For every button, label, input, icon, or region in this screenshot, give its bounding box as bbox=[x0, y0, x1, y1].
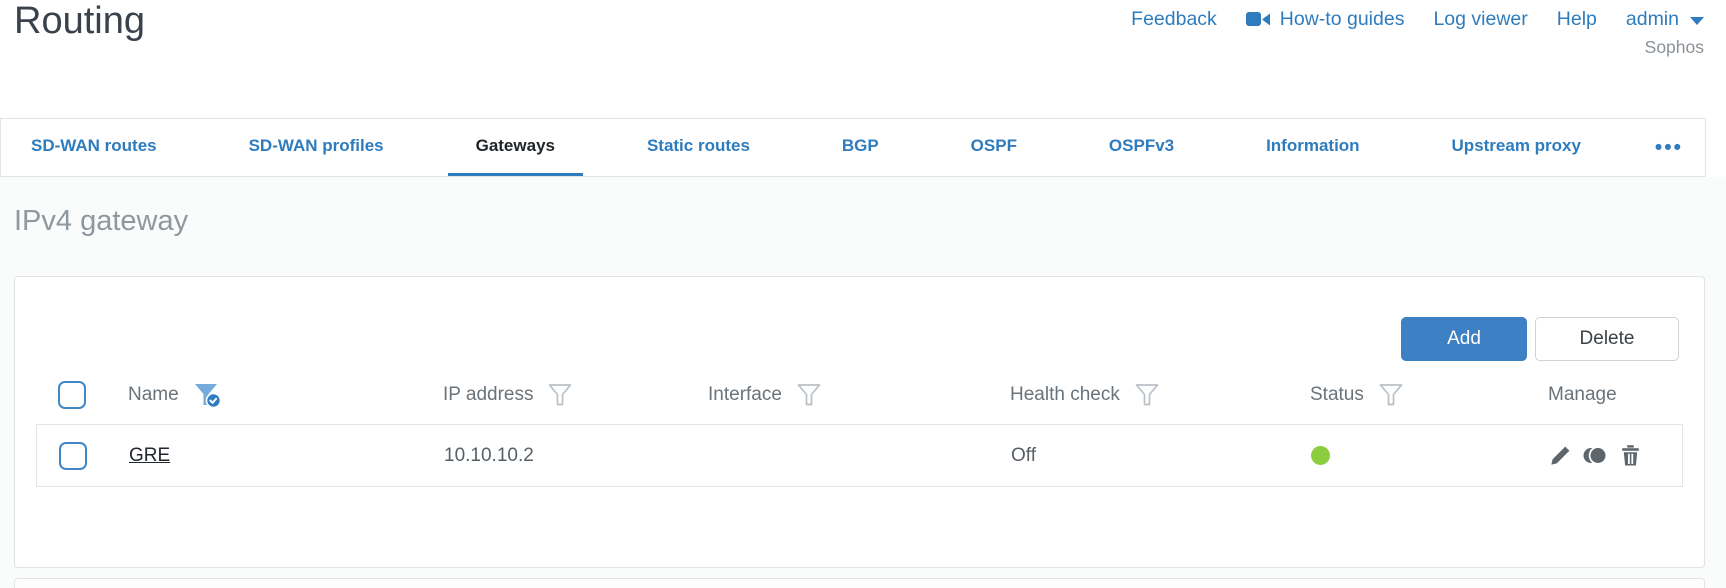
status-dot bbox=[1311, 446, 1330, 465]
tab-sdwan-profiles[interactable]: SD-WAN profiles bbox=[221, 119, 412, 176]
chevron-down-icon bbox=[1690, 17, 1704, 25]
feedback-link[interactable]: Feedback bbox=[1131, 8, 1217, 31]
page-title: Routing bbox=[14, 0, 145, 42]
tab-upstream-proxy[interactable]: Upstream proxy bbox=[1424, 119, 1609, 176]
gateway-name-link[interactable]: GRE bbox=[129, 445, 170, 467]
header-links: Feedback How-to guides Log viewer Help a… bbox=[1131, 8, 1704, 31]
ip-address-cell: 10.10.10.2 bbox=[444, 444, 534, 466]
manage-cell bbox=[1532, 444, 1684, 467]
brand-label: Sophos bbox=[1644, 37, 1704, 57]
clone-icon[interactable] bbox=[1583, 444, 1608, 467]
interface-filter-icon[interactable] bbox=[796, 382, 822, 408]
ip-address-filter-icon[interactable] bbox=[547, 382, 573, 408]
health-check-filter-icon[interactable] bbox=[1134, 382, 1160, 408]
tab-bgp[interactable]: BGP bbox=[814, 119, 907, 176]
add-button[interactable]: Add bbox=[1401, 317, 1527, 361]
toolbar: Add Delete bbox=[1401, 317, 1679, 361]
edit-icon[interactable] bbox=[1549, 444, 1572, 467]
tab-sdwan-routes[interactable]: SD-WAN routes bbox=[3, 119, 185, 176]
status-filter-icon[interactable] bbox=[1378, 382, 1404, 408]
log-viewer-link[interactable]: Log viewer bbox=[1433, 8, 1527, 31]
tab-ospf[interactable]: OSPF bbox=[943, 119, 1045, 176]
tab-static-routes[interactable]: Static routes bbox=[619, 119, 778, 176]
help-link[interactable]: Help bbox=[1557, 8, 1597, 31]
ipv4-gateway-panel: Add Delete Name IP address Interface Hea… bbox=[14, 276, 1705, 568]
tab-bar: SD-WAN routes SD-WAN profiles Gateways S… bbox=[0, 118, 1706, 177]
column-header-status: Status bbox=[1310, 384, 1364, 405]
delete-icon[interactable] bbox=[1619, 444, 1642, 467]
table-body: GRE 10.10.10.2 Off bbox=[36, 424, 1683, 487]
tab-ospfv3[interactable]: OSPFv3 bbox=[1081, 119, 1202, 176]
column-header-manage: Manage bbox=[1548, 384, 1617, 405]
tab-gateways[interactable]: Gateways bbox=[447, 119, 583, 176]
row-checkbox[interactable] bbox=[59, 441, 87, 470]
table-header: Name IP address Interface Health check S… bbox=[36, 371, 1683, 419]
column-header-ip-address: IP address bbox=[443, 384, 534, 405]
table-row: GRE 10.10.10.2 Off bbox=[37, 425, 1682, 486]
user-menu[interactable]: admin bbox=[1626, 8, 1704, 31]
tab-overflow-button[interactable]: ••• bbox=[1645, 136, 1693, 160]
video-camera-icon bbox=[1245, 11, 1271, 28]
next-section-edge bbox=[14, 578, 1705, 588]
section-heading: IPv4 gateway bbox=[14, 205, 189, 237]
howto-guides-label: How-to guides bbox=[1279, 8, 1405, 30]
column-header-interface: Interface bbox=[708, 384, 782, 405]
user-menu-label: admin bbox=[1625, 8, 1679, 30]
howto-guides-link[interactable]: How-to guides bbox=[1245, 8, 1405, 31]
column-header-name: Name bbox=[128, 384, 179, 405]
name-filter-active-icon[interactable] bbox=[193, 381, 223, 409]
delete-button[interactable]: Delete bbox=[1535, 317, 1679, 361]
column-header-health-check: Health check bbox=[1010, 384, 1120, 405]
top-bar: Routing Feedback How-to guides Log viewe… bbox=[0, 0, 1726, 118]
tab-information[interactable]: Information bbox=[1238, 119, 1388, 176]
select-all-checkbox[interactable] bbox=[58, 381, 86, 409]
content-area: IPv4 gateway Add Delete Name IP address … bbox=[0, 177, 1726, 588]
health-check-cell: Off bbox=[1011, 444, 1036, 466]
